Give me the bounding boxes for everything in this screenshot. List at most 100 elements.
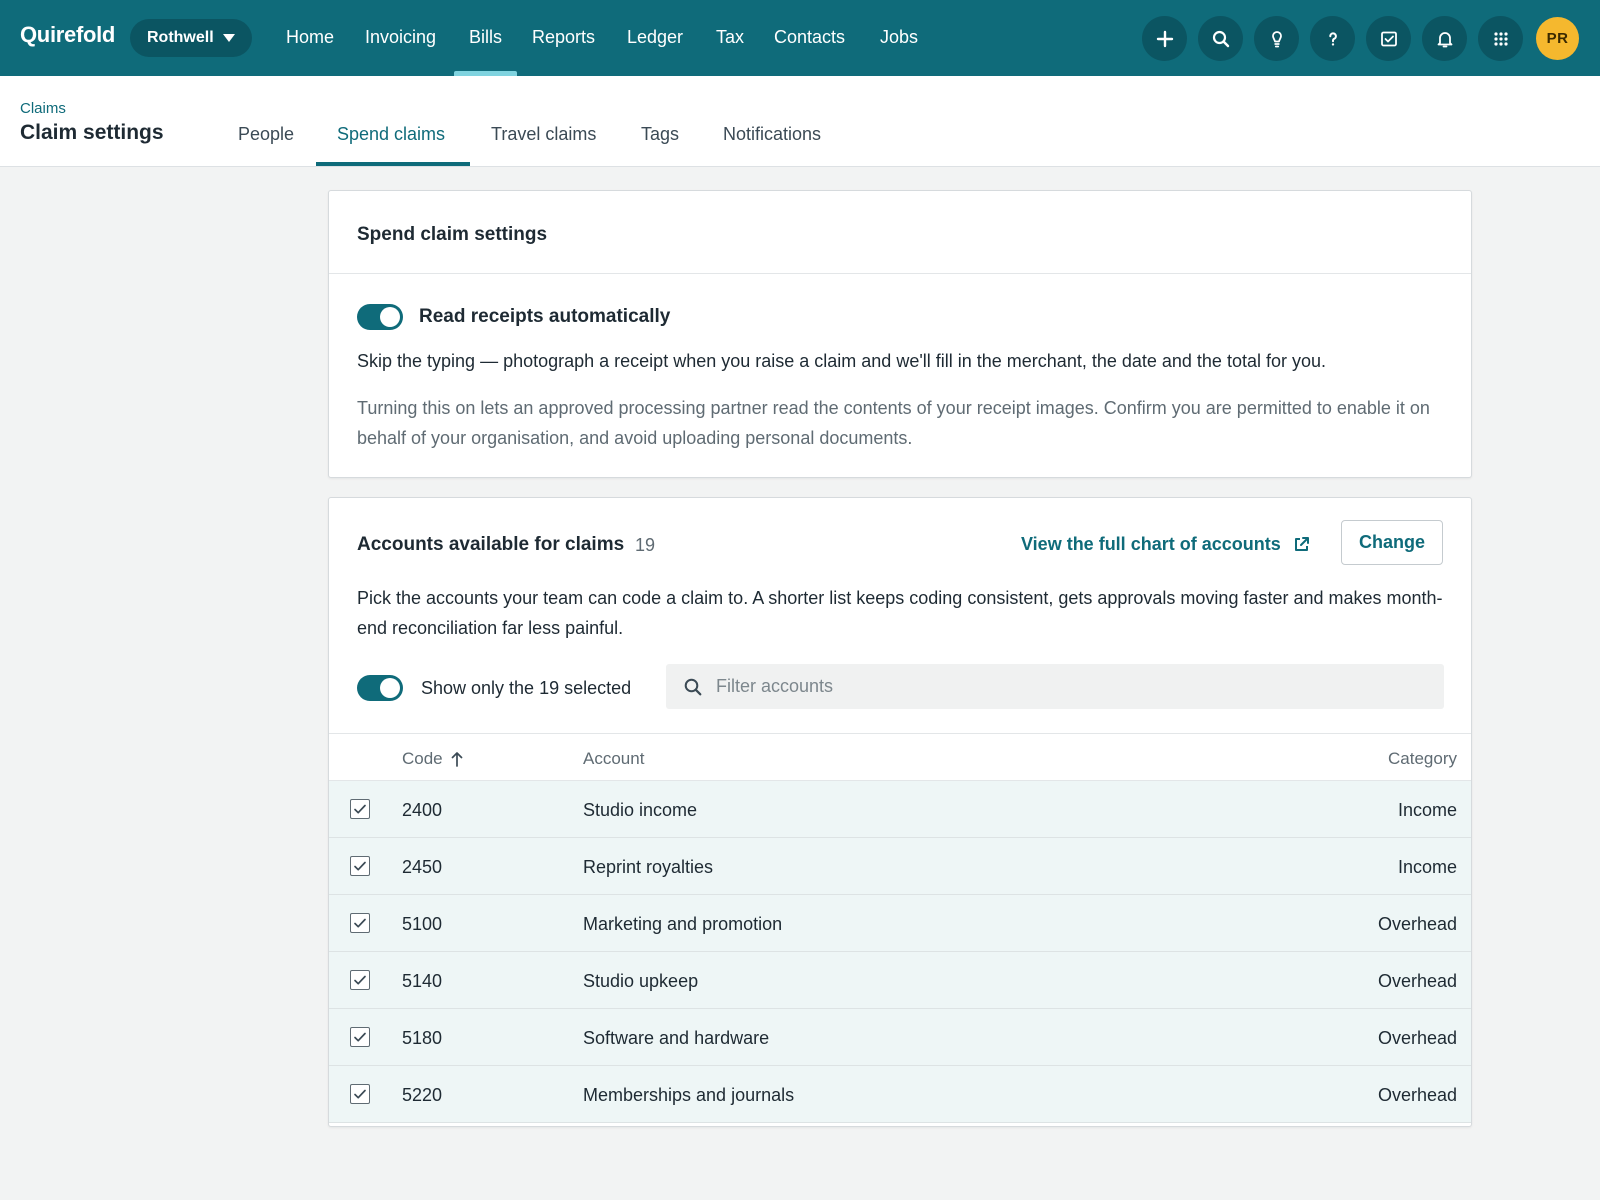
notifications-button[interactable] xyxy=(1422,16,1467,61)
table-header: Code Account Category xyxy=(329,733,1471,781)
active-tab-indicator xyxy=(316,162,470,166)
external-link-icon xyxy=(1294,537,1309,551)
checkmark-icon xyxy=(354,804,366,814)
plus-icon xyxy=(1156,30,1173,47)
code-column-header[interactable]: Code xyxy=(402,749,463,769)
nav-contacts[interactable]: Contacts xyxy=(774,27,845,48)
search-icon xyxy=(684,678,702,696)
caret-down-icon xyxy=(222,34,235,42)
account-name: Studio upkeep xyxy=(583,971,699,991)
nav-tax[interactable]: Tax xyxy=(716,27,744,48)
chart-link-label: View the full chart of accounts xyxy=(1021,534,1281,554)
filter-accounts-input[interactable] xyxy=(716,664,1416,709)
account-name: Software and hardware xyxy=(583,1028,770,1048)
nav-invoicing[interactable]: Invoicing xyxy=(365,27,436,48)
table-row[interactable]: 5220 Memberships and journals Overhead xyxy=(329,1066,1471,1123)
code-header-label: Code xyxy=(402,749,443,768)
row-checkbox[interactable] xyxy=(350,799,370,819)
account-category: Income xyxy=(1397,857,1457,877)
tab-tags[interactable]: Tags xyxy=(641,124,679,145)
change-accounts-button[interactable]: Change xyxy=(1341,520,1443,565)
help-button[interactable] xyxy=(1310,16,1355,61)
search-icon xyxy=(1212,30,1229,47)
accounts-count: 19 xyxy=(635,535,656,555)
table-row[interactable]: 5100 Marketing and promotion Overhead xyxy=(329,895,1471,952)
account-code: 5220 xyxy=(402,1085,443,1105)
tasks-button[interactable] xyxy=(1366,16,1411,61)
nav-ledger[interactable]: Ledger xyxy=(627,27,683,48)
top-nav: Quirefold Rothwell Home Invoicing Bills … xyxy=(0,0,1600,76)
table-row[interactable]: 2450 Reprint royalties Income xyxy=(329,838,1471,895)
account-column-header[interactable]: Account xyxy=(583,749,644,769)
row-checkbox[interactable] xyxy=(350,970,370,990)
breadcrumb[interactable]: Claims xyxy=(20,100,66,117)
account-category: Overhead xyxy=(1377,1085,1457,1105)
checkmark-icon xyxy=(354,918,366,928)
read-receipts-toggle[interactable] xyxy=(357,304,403,330)
card-title: Spend claim settings xyxy=(357,224,548,245)
read-receipts-description: Skip the typing — photograph a receipt w… xyxy=(357,351,1326,371)
row-checkbox[interactable] xyxy=(350,1084,370,1104)
accounts-title: Accounts available for claims xyxy=(357,534,625,555)
user-avatar[interactable]: PR xyxy=(1536,17,1579,60)
toggle-knob xyxy=(380,307,400,327)
row-checkbox[interactable] xyxy=(350,913,370,933)
accounts-card: Accounts available for claims 19 View th… xyxy=(328,497,1472,1127)
checkmark-icon xyxy=(354,1089,366,1099)
sort-ascending-icon xyxy=(451,752,462,767)
account-code: 5140 xyxy=(402,971,443,991)
account-category: Overhead xyxy=(1377,1028,1457,1048)
lightbulb-icon xyxy=(1271,30,1282,47)
account-name: Reprint royalties xyxy=(583,857,714,877)
read-receipts-label: Read receipts automatically xyxy=(419,306,671,327)
divider xyxy=(329,273,1471,274)
account-category: Income xyxy=(1397,800,1457,820)
apps-button[interactable] xyxy=(1478,16,1523,61)
nav-jobs[interactable]: Jobs xyxy=(880,27,918,48)
tab-travel-claims[interactable]: Travel claims xyxy=(491,124,596,145)
account-name: Marketing and promotion xyxy=(583,914,783,934)
account-code: 2400 xyxy=(402,800,443,820)
nav-home[interactable]: Home xyxy=(286,27,334,48)
page-header: Claims Claim settings People Spend claim… xyxy=(0,76,1600,167)
filter-box xyxy=(666,664,1444,709)
org-name: Rothwell xyxy=(147,29,214,46)
app-brand[interactable]: Quirefold xyxy=(20,22,115,48)
accounts-table: Code Account Category 2400 Studio income I… xyxy=(329,733,1471,1123)
page-title: Claim settings xyxy=(20,121,164,144)
account-name: Studio income xyxy=(583,800,698,820)
bell-icon xyxy=(1437,31,1452,47)
spend-settings-card: Spend claim settings Read receipts autom… xyxy=(328,190,1472,478)
account-name: Memberships and journals xyxy=(583,1085,795,1105)
tab-spend-claims[interactable]: Spend claims xyxy=(337,124,445,145)
accounts-description: Pick the accounts your team can code a c… xyxy=(357,588,1443,638)
account-category: Overhead xyxy=(1377,971,1457,991)
checkmark-icon xyxy=(354,1032,366,1042)
table-row[interactable]: 5140 Studio upkeep Overhead xyxy=(329,952,1471,1009)
tab-notifications[interactable]: Notifications xyxy=(723,124,821,145)
apps-grid-icon xyxy=(1493,31,1508,46)
table-row[interactable]: 5180 Software and hardware Overhead xyxy=(329,1009,1471,1066)
help-icon xyxy=(1328,31,1337,46)
table-row[interactable]: 2400 Studio income Income xyxy=(329,781,1471,838)
account-code: 2450 xyxy=(402,857,443,877)
nav-bills[interactable]: Bills xyxy=(469,27,502,48)
org-switcher[interactable]: Rothwell xyxy=(130,19,252,57)
nav-reports[interactable]: Reports xyxy=(532,27,595,48)
add-button[interactable] xyxy=(1142,16,1187,61)
account-category: Overhead xyxy=(1377,914,1457,934)
show-selected-label: Show only the 19 selected xyxy=(421,678,632,698)
search-button[interactable] xyxy=(1198,16,1243,61)
account-code: 5100 xyxy=(402,914,443,934)
read-receipts-note: Turning this on lets an approved process… xyxy=(357,398,1430,448)
view-chart-of-accounts-link[interactable]: View the full chart of accounts xyxy=(1021,534,1310,555)
suggestions-button[interactable] xyxy=(1254,16,1299,61)
checkmark-icon xyxy=(354,861,366,871)
checkmark-icon xyxy=(354,975,366,985)
row-checkbox[interactable] xyxy=(350,856,370,876)
tasks-icon xyxy=(1380,31,1397,46)
category-column-header[interactable]: Category xyxy=(1388,749,1457,769)
row-checkbox[interactable] xyxy=(350,1027,370,1047)
show-selected-toggle[interactable] xyxy=(357,675,403,701)
tab-people[interactable]: People xyxy=(238,124,294,145)
